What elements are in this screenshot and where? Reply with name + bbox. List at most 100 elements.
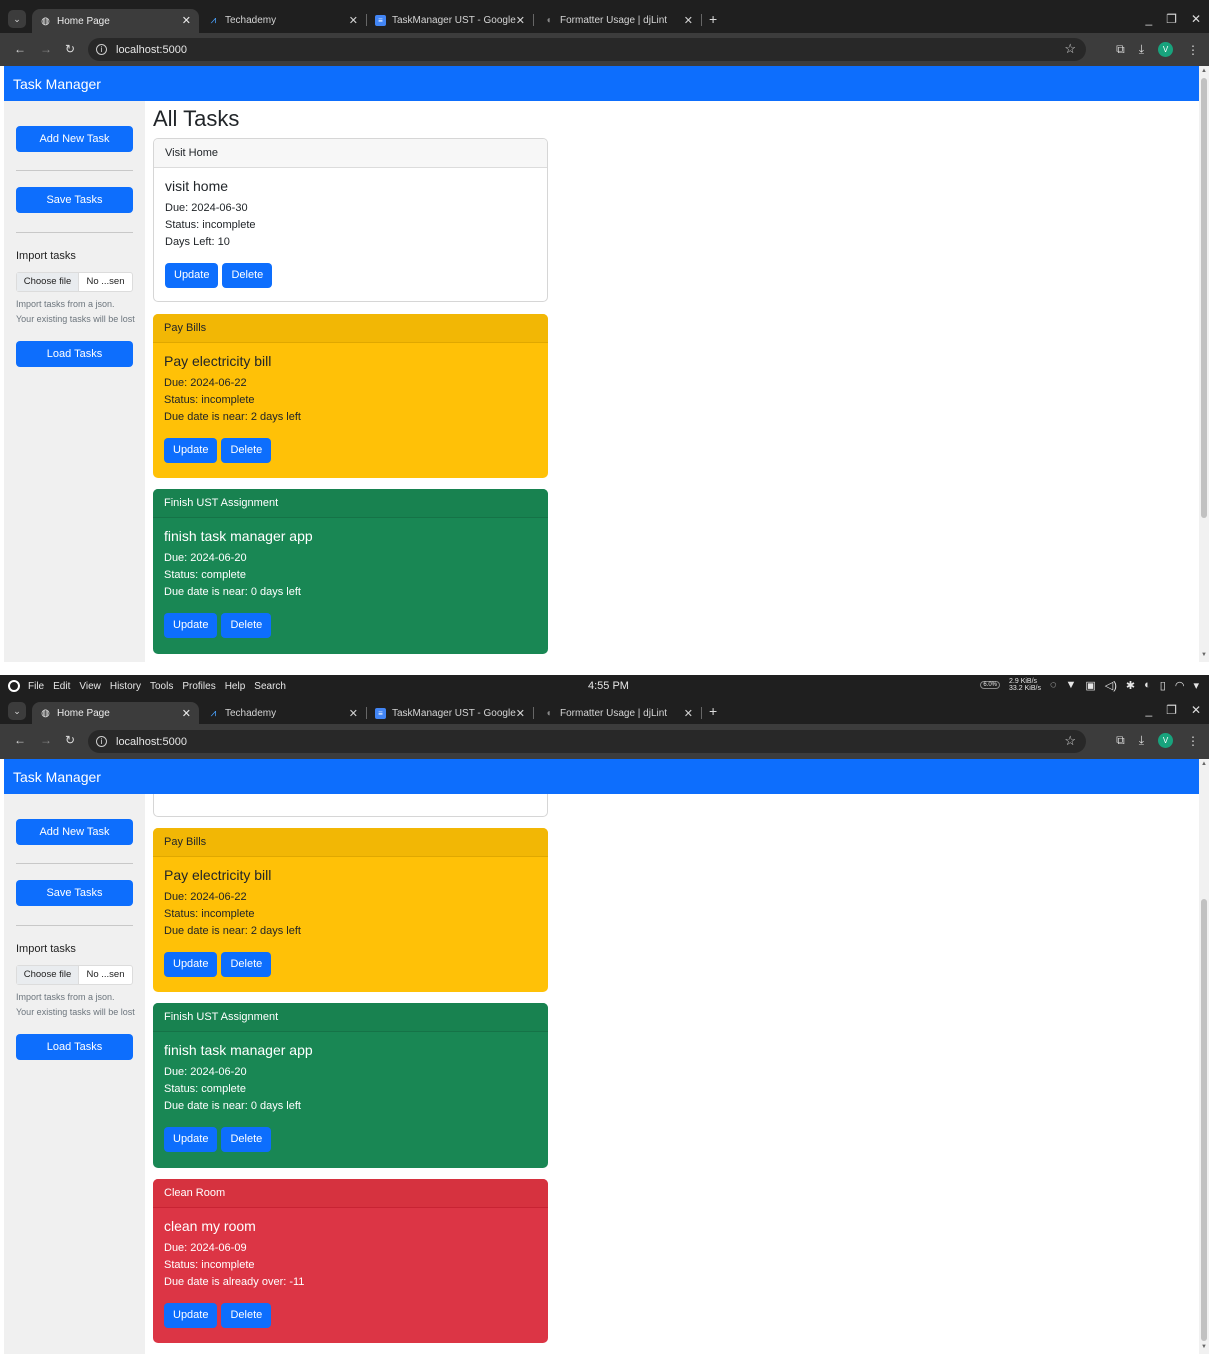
brightness-icon[interactable]: ◐ [1144,679,1151,691]
tab-home-page[interactable]: ◍ Home Page ✕ [32,702,199,724]
extensions-icon[interactable]: ⧉ [1116,733,1125,748]
update-button[interactable]: Update [164,613,218,638]
close-icon[interactable]: ✕ [516,707,525,720]
vpn-shield-icon[interactable]: ▼ [1066,679,1077,691]
choose-file-button[interactable]: Choose file [17,273,79,291]
download-icon[interactable]: ⤓ [1139,42,1144,57]
load-tasks-button[interactable]: Load Tasks [16,1034,133,1060]
save-tasks-button[interactable]: Save Tasks [16,880,133,906]
close-icon[interactable]: ✕ [349,14,358,27]
url-field[interactable]: i localhost:5000 ☆ [88,38,1086,61]
scroll-up-icon[interactable]: ▲ [1201,68,1207,74]
delete-button[interactable]: Delete [221,952,272,977]
wifi-icon[interactable]: ◠ [1175,679,1185,692]
back-icon[interactable]: ← [14,42,26,56]
tab-taskmanager-doc[interactable]: ≡ TaskManager UST - Google ✕ [367,702,533,724]
forward-icon[interactable]: → [40,733,52,747]
extensions-icon[interactable]: ⧉ [1116,42,1125,57]
brand[interactable]: Task Manager [13,769,101,785]
tab-techademy[interactable]: ⩘ Techademy ✕ [200,702,366,724]
scrollbar[interactable]: ▲ ▼ [1199,66,1209,662]
menu-help[interactable]: Help [225,681,246,692]
tab-djlint[interactable]: ◖ Formatter Usage | djLint ✕ [535,9,701,31]
add-task-button[interactable]: Add New Task [16,819,133,845]
delete-button[interactable]: Delete [221,1127,272,1152]
close-icon[interactable]: ✕ [182,14,191,27]
scroll-down-icon[interactable]: ▼ [1201,652,1207,658]
menu-view[interactable]: View [79,681,101,692]
info-icon[interactable]: i [96,736,107,747]
menu-file[interactable]: File [28,681,44,692]
menu-profiles[interactable]: Profiles [182,681,215,692]
update-button[interactable]: Update [164,1127,218,1152]
scroll-up-icon[interactable]: ▲ [1201,761,1207,767]
load-tasks-button[interactable]: Load Tasks [16,341,133,367]
add-task-button[interactable]: Add New Task [16,126,133,152]
file-name: No ...sen [86,276,125,287]
os-logo-icon[interactable] [8,680,20,692]
download-icon[interactable]: ⤓ [1139,733,1144,748]
new-tab-icon[interactable]: + [709,11,717,27]
restore-icon[interactable]: ❐ [1166,703,1177,717]
menu-edit[interactable]: Edit [53,681,70,692]
tab-home-page[interactable]: ◍ Home Page ✕ [32,9,199,33]
battery-icon[interactable]: ▯ [1160,679,1166,692]
brand[interactable]: Task Manager [13,76,101,92]
bluetooth-icon[interactable]: ✱ [1126,679,1135,692]
update-button[interactable]: Update [164,952,218,977]
volume-icon[interactable]: ◁) [1105,679,1117,692]
close-icon[interactable]: ✕ [684,14,693,27]
tab-djlint[interactable]: ◖ Formatter Usage | djLint ✕ [535,702,701,724]
delete-button[interactable]: Delete [221,438,272,463]
url-field[interactable]: i localhost:5000 ☆ [88,730,1086,753]
tab-search-icon[interactable]: ⌄ [8,10,26,28]
close-window-icon[interactable]: ✕ [1191,12,1201,26]
update-button[interactable]: Update [165,263,219,288]
delete-button[interactable]: Delete [221,613,272,638]
tab-search-icon[interactable]: ⌄ [8,702,26,720]
profile-avatar[interactable]: V [1158,733,1173,748]
profile-avatar[interactable]: V [1158,42,1173,57]
power-icon[interactable]: ◌ [1050,679,1057,691]
update-button[interactable]: Update [164,438,218,463]
info-icon[interactable]: i [96,44,107,55]
delete-button[interactable]: Delete [222,263,273,288]
minimize-icon[interactable]: _ [1145,703,1152,717]
menu-tools[interactable]: Tools [150,681,173,692]
scroll-thumb[interactable] [1201,899,1207,1341]
tray-dropdown-icon[interactable]: ▾ [1193,679,1199,692]
scroll-thumb[interactable] [1201,78,1207,518]
file-input[interactable]: Choose file No ...sen [16,965,133,985]
update-button[interactable]: Update [164,1303,218,1328]
back-icon[interactable]: ← [14,733,26,747]
save-tasks-button[interactable]: Save Tasks [16,187,133,213]
reload-icon[interactable]: ↻ [65,733,75,747]
minimize-icon[interactable]: _ [1145,12,1152,26]
restore-icon[interactable]: ❐ [1166,12,1177,26]
delete-button[interactable]: Delete [221,1303,272,1328]
menu-kebab-icon[interactable]: ⋮ [1187,43,1199,57]
close-window-icon[interactable]: ✕ [1191,703,1201,717]
forward-icon[interactable]: → [40,42,52,56]
menu-kebab-icon[interactable]: ⋮ [1187,734,1199,748]
clock[interactable]: 4:55 PM [588,680,629,692]
battery-indicator[interactable]: 6.0% [980,681,1001,689]
menu-search[interactable]: Search [254,681,286,692]
djlint-icon: ◖ [545,707,552,719]
close-icon[interactable]: ✕ [349,707,358,720]
reload-icon[interactable]: ↻ [65,42,75,56]
close-icon[interactable]: ✕ [182,707,191,720]
clipboard-icon[interactable]: ▣ [1085,679,1095,692]
menu-history[interactable]: History [110,681,141,692]
bookmark-star-icon[interactable]: ☆ [1064,733,1076,749]
tab-taskmanager-doc[interactable]: ≡ TaskManager UST - Google ✕ [367,9,533,31]
choose-file-button[interactable]: Choose file [17,966,79,984]
bookmark-star-icon[interactable]: ☆ [1064,41,1076,57]
scroll-down-icon[interactable]: ▼ [1201,1344,1207,1350]
close-icon[interactable]: ✕ [684,707,693,720]
scrollbar[interactable]: ▲ ▼ [1199,759,1209,1354]
new-tab-icon[interactable]: + [709,703,717,719]
close-icon[interactable]: ✕ [516,14,525,27]
tab-techademy[interactable]: ⩘ Techademy ✕ [200,9,366,31]
file-input[interactable]: Choose file No ...sen [16,272,133,292]
